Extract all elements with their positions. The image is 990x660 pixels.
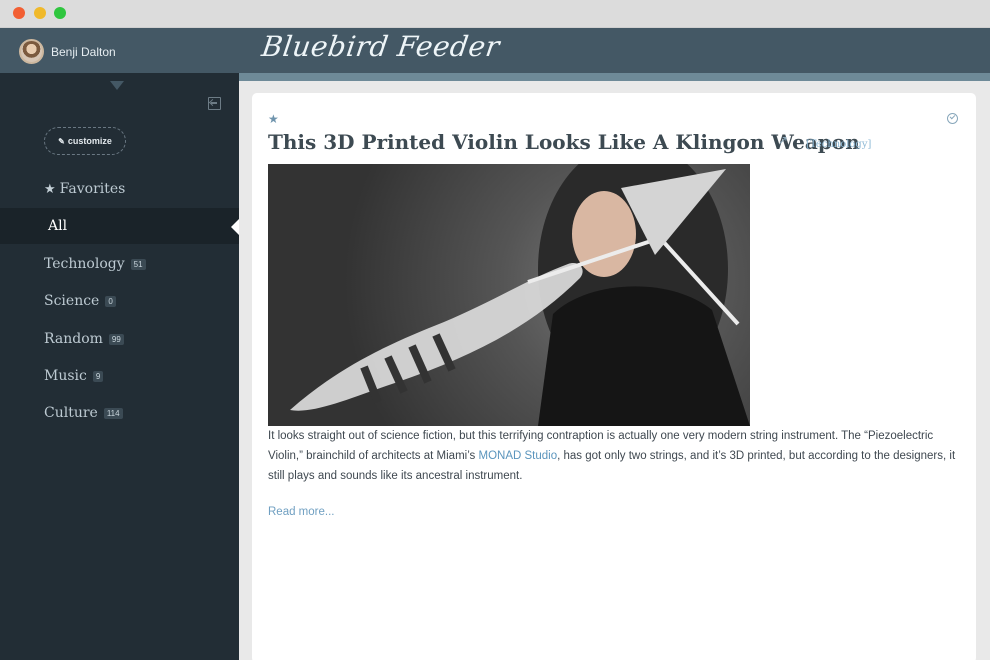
violinist-photo [290,164,750,426]
header-pointer [110,81,124,90]
close-window-button[interactable] [13,7,25,19]
unread-count-badge: 9 [92,370,104,382]
star-icon: ★ [44,181,56,197]
sidebar-item-science[interactable]: Science 0 [0,283,239,319]
external-link-icon[interactable]: ↗ [778,133,788,147]
article-title[interactable]: This 3D Printed Violin Looks Like A Klin… [268,130,860,154]
maximize-window-button[interactable] [54,7,66,19]
app-logo: Bluebird Feeder [259,30,502,63]
sidebar-item-label: All [48,218,68,234]
read-more-link[interactable]: Read more... [268,506,334,518]
sidebar-item-culture[interactable]: Culture 114 [0,395,239,431]
unread-count-badge: 51 [130,258,146,270]
sidebar-item-all[interactable]: All [0,208,239,244]
collapse-sidebar-icon[interactable] [208,97,221,110]
sidebar-item-random[interactable]: Random 99 [0,321,239,357]
article-summary: It looks straight out of science fiction… [268,426,958,486]
unread-count-badge: 99 [108,333,124,345]
article-image [268,164,750,426]
window-titlebar [0,0,990,28]
user-profile[interactable]: Benji Dalton [19,39,116,64]
sidebar-item-label: Culture [44,405,98,421]
customize-label: customize [67,136,112,146]
favorite-star-icon[interactable]: ★ [268,112,279,126]
monad-studio-link[interactable]: MONAD Studio [479,450,558,462]
sidebar-item-label: Science [44,293,100,309]
sidebar-item-label: Music [44,368,87,384]
article-category-tag[interactable]: [Technology] [806,139,871,150]
minimize-window-button[interactable] [34,7,46,19]
unread-count-badge: 114 [103,407,123,419]
header-accent-band [239,73,990,81]
customize-button[interactable]: ✎ customize [44,127,126,155]
sidebar: ✎ customize ★ Favorites All Technology 5… [0,73,239,660]
sidebar-item-label: Random [44,331,103,347]
mark-read-check-icon[interactable] [947,113,958,124]
sidebar-item-label: Technology [44,256,125,272]
unread-count-badge: 0 [105,295,116,307]
sidebar-item-music[interactable]: Music 9 [0,358,239,394]
sidebar-item-label: Favorites [59,181,126,197]
user-name[interactable]: Benji Dalton [51,45,116,59]
pencil-icon: ✎ [58,136,65,146]
avatar[interactable] [19,39,44,64]
sidebar-item-favorites[interactable]: ★ Favorites [0,171,239,207]
sidebar-item-technology[interactable]: Technology 51 [0,246,239,282]
